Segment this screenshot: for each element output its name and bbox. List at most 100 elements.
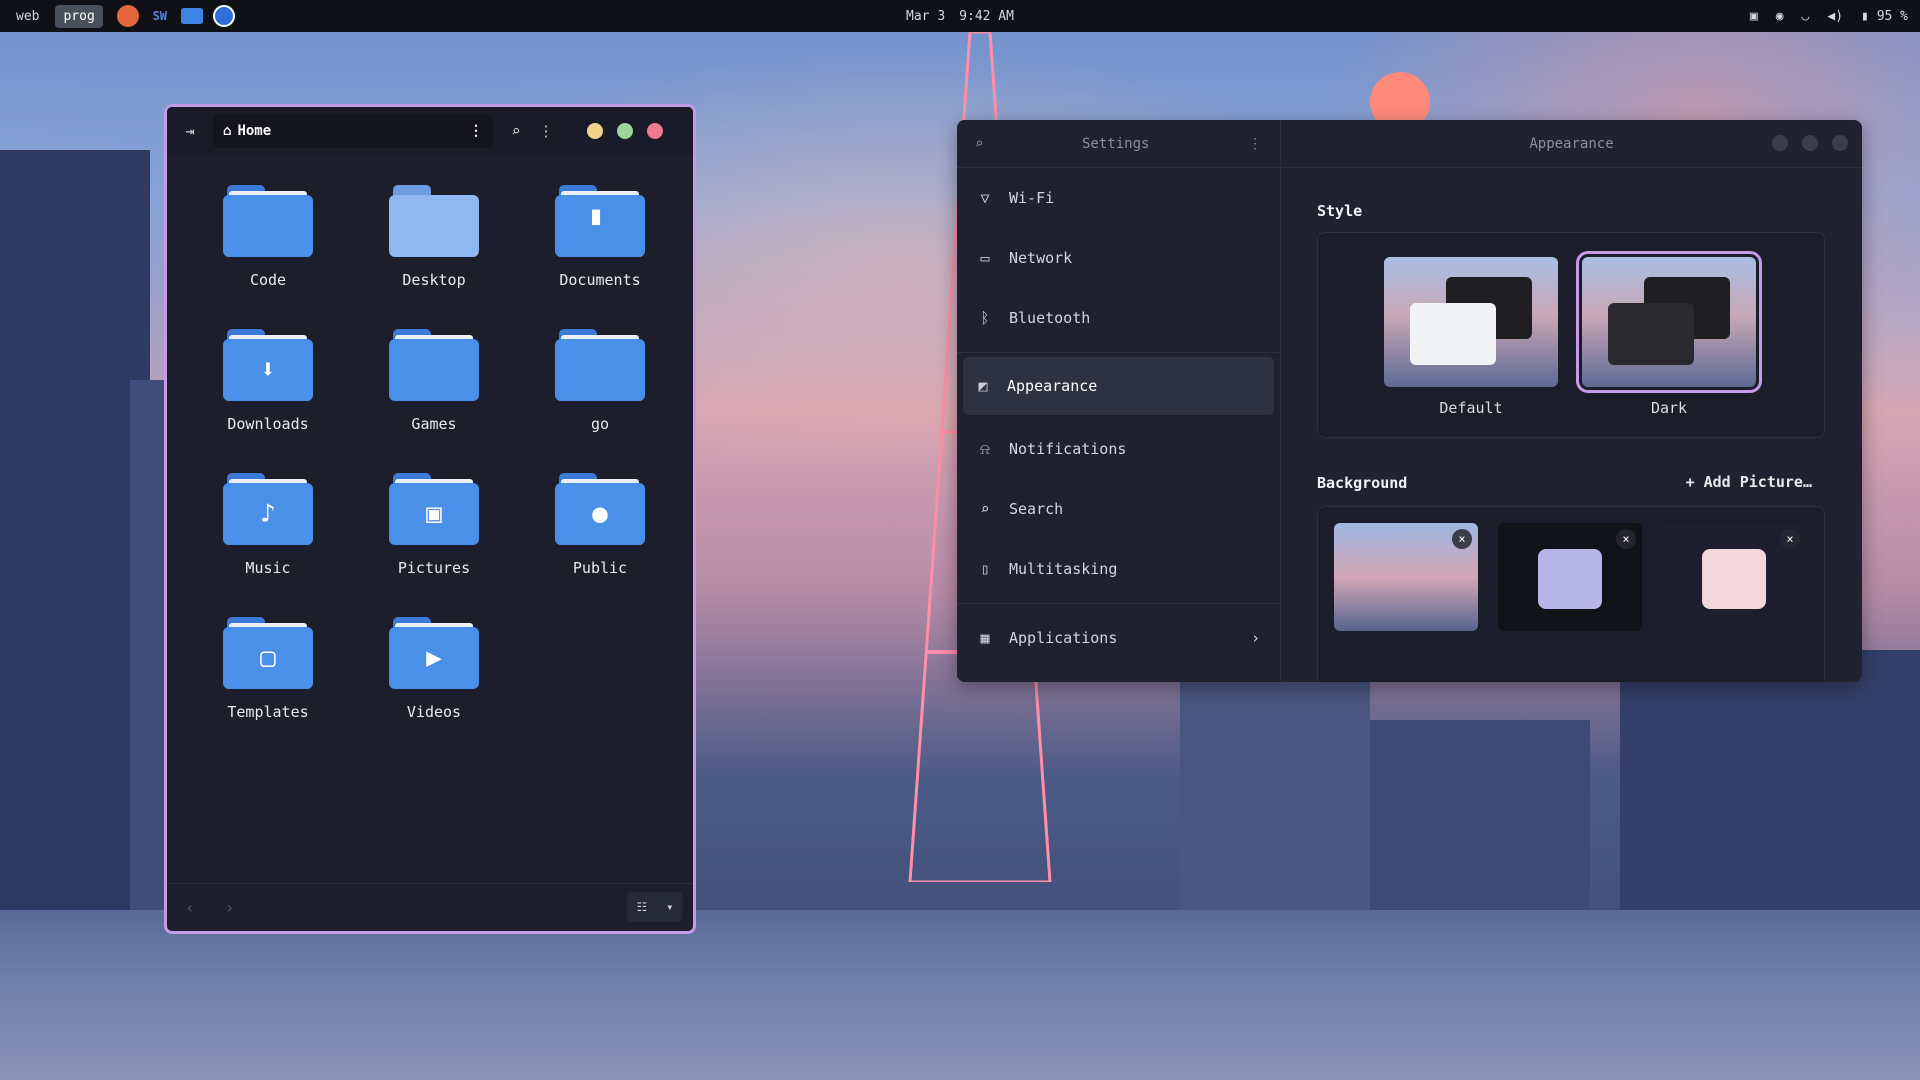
folder-pictures[interactable]: ▣ Pictures <box>351 473 517 577</box>
battery-indicator[interactable]: ▮ 95 % <box>1861 9 1908 24</box>
folder-label: Downloads <box>227 415 309 433</box>
background-mug-alt-thumb[interactable]: × <box>1662 523 1806 631</box>
folder-label: go <box>590 415 610 433</box>
minimize-button[interactable] <box>587 123 603 139</box>
settings-window: ⌕ Settings ⋮ ▽ Wi-Fi ▭ Network ᛒ Bluetooth … <box>957 120 1862 682</box>
file-manager-window: ⇥ ⌂ Home ⋮ ⌕ ⋮ Code Desktop ▘ Documents … <box>164 104 696 934</box>
workspace-prog[interactable]: prog <box>55 4 103 28</box>
background-section-title: Background <box>1317 474 1408 492</box>
search-icon[interactable]: ⌕ <box>501 116 531 146</box>
remove-background-icon[interactable]: × <box>1616 529 1636 549</box>
settings-title: Settings <box>1082 135 1150 152</box>
panel-title: Appearance <box>1529 135 1614 152</box>
folder-label: Desktop <box>402 271 466 289</box>
nav-divider <box>957 603 1280 604</box>
bell-icon: ⍾ <box>980 440 990 458</box>
settings-icon[interactable] <box>212 5 235 27</box>
remove-background-icon[interactable]: × <box>1452 529 1472 549</box>
nav-label: Search <box>1009 500 1064 518</box>
folder-documents[interactable]: ▘ Documents <box>517 185 683 289</box>
maximize-button[interactable] <box>617 123 633 139</box>
folder-icon <box>223 185 313 257</box>
style-section-title: Style <box>1317 202 1363 220</box>
background-mug-thumb[interactable]: × <box>1498 523 1642 631</box>
templates-folder-icon: ▢ <box>223 617 313 689</box>
folder-go[interactable]: go <box>517 329 683 433</box>
folder-label: Music <box>245 559 291 577</box>
music-folder-icon: ♪ <box>223 473 313 545</box>
bluetooth-icon: ᛒ <box>980 309 990 327</box>
desktop-folder-icon <box>389 185 479 257</box>
forward-icon[interactable]: › <box>225 898 235 917</box>
style-dark-option[interactable] <box>1576 251 1762 393</box>
time: 9:42 AM <box>959 8 1014 24</box>
remove-background-icon[interactable]: × <box>1780 529 1800 549</box>
folder-downloads[interactable]: ⬇ Downloads <box>185 329 351 433</box>
folder-icon <box>555 329 645 401</box>
wifi-icon: ▽ <box>980 189 990 207</box>
date: Mar 3 <box>906 8 946 24</box>
nav-item-bluetooth[interactable]: ᛒ Bluetooth <box>957 288 1280 348</box>
folder-public[interactable]: ● Public <box>517 473 683 577</box>
sidebar-toggle-icon[interactable]: ⇥ <box>175 116 205 146</box>
battery-percent: 95 % <box>1876 8 1908 24</box>
close-button[interactable] <box>647 123 663 139</box>
folder-label: Documents <box>559 271 641 289</box>
wifi-icon[interactable]: ◡ <box>1802 9 1810 24</box>
nav-item-applications[interactable]: ▦ Applications › <box>957 608 1280 668</box>
nav-item-multitasking[interactable]: ▯ Multitasking <box>957 539 1280 599</box>
menu-icon[interactable]: ⋮ <box>1248 136 1262 152</box>
nav-item-network[interactable]: ▭ Network <box>957 228 1280 288</box>
sw-icon[interactable]: SW <box>149 5 171 27</box>
clock[interactable]: Mar 3 9:42 AM <box>906 9 1014 24</box>
nav-item-notifications[interactable]: ⍾ Notifications <box>957 419 1280 479</box>
discord-icon[interactable]: ◉ <box>1776 9 1784 24</box>
style-default-option[interactable] <box>1384 257 1558 387</box>
nav-label: Bluetooth <box>1009 309 1091 327</box>
nav-label: Network <box>1009 249 1073 267</box>
folder-label: Templates <box>227 703 309 721</box>
search-icon[interactable]: ⌕ <box>975 136 983 152</box>
path-label: Home <box>237 123 272 139</box>
nav-label: Wi-Fi <box>1009 189 1055 207</box>
close-button[interactable] <box>1832 135 1848 151</box>
path-bar[interactable]: ⌂ Home ⋮ <box>213 114 493 148</box>
folder-music[interactable]: ♪ Music <box>185 473 351 577</box>
minimize-button[interactable] <box>1772 135 1788 151</box>
folder-games[interactable]: Games <box>351 329 517 433</box>
settings-sidebar-header: ⌕ Settings ⋮ <box>957 120 1280 168</box>
style-dark-label: Dark <box>1650 399 1688 417</box>
pictures-folder-icon: ▣ <box>389 473 479 545</box>
add-picture-button[interactable]: + Add Picture… <box>1686 473 1812 491</box>
settings-main: Appearance Style Default Dark Background… <box>1281 120 1862 682</box>
screen-icon[interactable]: ▣ <box>1750 9 1758 24</box>
list-view-icon: ☷ <box>636 900 648 914</box>
folder-desktop[interactable]: Desktop <box>351 185 517 289</box>
top-bar: web prog SW Mar 3 9:42 AM ▣ ◉ ◡ ◀) ▮ 95 … <box>0 0 1920 32</box>
settings-nav: ▽ Wi-Fi ▭ Network ᛒ Bluetooth ◩ Appearance ⍾… <box>957 168 1280 668</box>
folder-code[interactable]: Code <box>185 185 351 289</box>
path-menu-icon[interactable]: ⋮ <box>469 123 483 139</box>
documents-folder-icon: ▘ <box>555 185 645 257</box>
settings-sidebar: ⌕ Settings ⋮ ▽ Wi-Fi ▭ Network ᛒ Bluetooth … <box>957 120 1281 682</box>
firefox-icon[interactable] <box>116 5 139 27</box>
background-card: × × × <box>1317 506 1825 682</box>
volume-icon[interactable]: ◀) <box>1827 9 1843 24</box>
network-icon: ▭ <box>980 249 990 267</box>
menu-icon[interactable]: ⋮ <box>531 116 561 146</box>
plus-icon: + <box>1685 473 1695 491</box>
background-tokyo-thumb[interactable]: × <box>1334 523 1478 631</box>
chevron-down-icon: ▾ <box>666 900 674 914</box>
folder-videos[interactable]: ▶ Videos <box>351 617 517 721</box>
folder-templates[interactable]: ▢ Templates <box>185 617 351 721</box>
view-toggle-button[interactable]: ☷ ▾ <box>627 892 683 922</box>
nav-label: Applications <box>1009 629 1118 647</box>
back-icon[interactable]: ‹ <box>185 898 195 917</box>
nav-item-wifi[interactable]: ▽ Wi-Fi <box>957 168 1280 228</box>
maximize-button[interactable] <box>1802 135 1818 151</box>
workspace-web[interactable]: web <box>8 5 47 28</box>
nav-item-search[interactable]: ⌕ Search <box>957 479 1280 539</box>
nav-item-appearance[interactable]: ◩ Appearance <box>963 357 1274 415</box>
nav-label: Multitasking <box>1009 560 1118 578</box>
files-icon[interactable] <box>180 8 203 24</box>
